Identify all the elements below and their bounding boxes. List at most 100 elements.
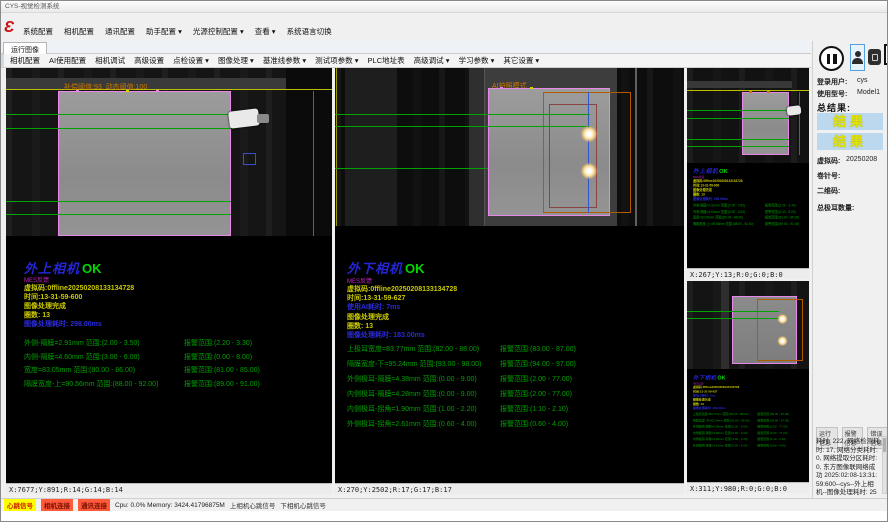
tab-glow-spot: [580, 163, 598, 179]
thumb-image-upper[interactable]: [687, 68, 809, 163]
camera-thumb-lower[interactable]: 外下相机OK MES反馈 虚拟码:0ffline2025020813313472…: [687, 281, 809, 493]
tick-mark: [156, 90, 159, 92]
roi-marker: [243, 153, 256, 165]
camera-view-upper-outer[interactable]: 补偿阈值:93, 动态阈值:100 外上相机OK MES反馈 虚拟码:0ffli…: [6, 68, 332, 494]
measure-line: [687, 118, 789, 119]
tick-mark: [500, 87, 503, 89]
result-badge-lower: 结果: [817, 133, 883, 150]
tool-advanced-settings[interactable]: 高级设置: [134, 55, 164, 66]
tool-camera-config[interactable]: 相机配置: [10, 55, 40, 66]
thumb-image-lower[interactable]: [687, 281, 809, 369]
measurement-row: 内侧极耳-拐角=1.90mm 范围:(1.00 - 2.20) 报警范围:(1.…: [347, 404, 682, 419]
menu-system-config[interactable]: 系统配置: [23, 25, 53, 39]
menu-language-switch[interactable]: 系统语言切换: [287, 25, 332, 39]
machine-slab: [721, 281, 729, 369]
camera-image-lower[interactable]: AI拍照模式: [335, 68, 684, 226]
camera-view-lower-outer[interactable]: AI拍照模式 外下相机OK MES反馈 虚拟码:0ffline202502081…: [335, 68, 684, 494]
measurement-row: 外侧极耳-拐角=2.61mm 范围:(0.60 - 4.00) 报警范围:(0.…: [347, 419, 682, 434]
camera-name: 外上相机: [24, 261, 80, 276]
login-user-label: 登录用户:: [817, 77, 847, 87]
tool-learning-params[interactable]: 学习参数 ▾: [458, 55, 494, 66]
measurement-row: 宽度=83.05mm 范围:(80.00 - 86.00) 报警范围:(81.0…: [24, 365, 324, 379]
pixel-coord-readout-upper: X:7677;Y:891;R:14;G:14;B:14: [6, 483, 332, 494]
device-icon: [872, 54, 878, 61]
tool-plc-address[interactable]: PLC地址表: [368, 55, 405, 66]
tick-mark: [767, 91, 770, 93]
measure-line-vertical: [313, 91, 314, 236]
log-text: 耗时: 222, 网络检测耗时: 17, 网络分类耗时: 0, 网络提取分区耗时…: [816, 438, 880, 506]
menu-assistant-config[interactable]: 助手配置 ▾: [146, 25, 182, 39]
model-label: 使用型号:: [817, 89, 847, 99]
machine-slab: [345, 68, 397, 226]
tool-ai-config[interactable]: AI使用配置: [49, 55, 86, 66]
tool-camera-debug[interactable]: 相机调试: [95, 55, 125, 66]
app-window: CYS-视觉检测系统 Ɛ 系统配置 相机配置 通讯配置 助手配置 ▾ 光源控制配…: [0, 0, 888, 522]
cpu-memory-readout: Cpu: 0.0% Memory: 3424.41796875M: [115, 502, 225, 509]
measure-line: [335, 126, 590, 127]
menu-light-control[interactable]: 光源控制配置 ▾: [193, 25, 244, 39]
tool-baseline-params[interactable]: 基准线参数 ▾: [263, 55, 306, 66]
heartbeat-badge: 心跳信号: [4, 499, 36, 511]
measurement-row: 隔膜宽度-上=90.56mm 范围:(88.00 - 92.00) 报警范围:(…: [24, 379, 324, 393]
login-user-value: cys: [857, 77, 868, 84]
roi-red-rect: [549, 104, 597, 208]
exit-button[interactable]: [884, 44, 888, 65]
measurement-row: 外侧-隔膜=2.91mm 范围:(2.00 - 3.50) 报警范围:(2.20…: [24, 338, 324, 352]
measurement-row: 外侧极耳-隔膜=4.38mm 范围:(0.00 - 9.00) 报警范围:(2.…: [347, 374, 682, 389]
barcode-value: 20250208: [846, 156, 877, 163]
measure-line-vertical: [799, 92, 800, 155]
pixel-coord-readout-thumb-upper: X:267;Y:13;R:0;G:0;B:0: [687, 268, 809, 279]
camera-link-badge: 相机连接: [41, 499, 73, 511]
window-titlebar: CYS-视觉检测系统: [1, 1, 888, 13]
tool-image-processing[interactable]: 图像处理 ▾: [218, 55, 254, 66]
tab-glow-spot: [777, 314, 788, 324]
measurement-row: 上极耳宽度=83.77mm 范围:(82.00 - 88.00) 报警范围:(8…: [347, 344, 682, 359]
camera-image-upper[interactable]: 补偿阈值:93, 动态阈值:100: [6, 68, 332, 236]
measurement-list-upper: 外侧-隔膜=2.91mm 范围:(2.00 - 3.50) 报警范围:(2.20…: [24, 338, 324, 392]
control-sidebar: 登录用户: cys 使用型号: Model1 总结果: 结果 结果 虚拟码: 2…: [812, 41, 888, 498]
tool-other-settings[interactable]: 其它设置 ▾: [503, 55, 539, 66]
tab-run-image[interactable]: 运行图像: [3, 42, 47, 54]
menu-view[interactable]: 查看 ▾: [255, 25, 276, 39]
gripper-tail: [257, 114, 269, 123]
tool-spot-check[interactable]: 点检设置 ▾: [173, 55, 209, 66]
tool-test-params[interactable]: 测试项参数 ▾: [315, 55, 358, 66]
menu-comm-config[interactable]: 通讯配置: [105, 25, 135, 39]
window-title: CYS-视觉检测系统: [5, 3, 60, 10]
model-value: Model1: [857, 89, 880, 96]
login-user-button[interactable]: [850, 44, 865, 71]
tool-advanced-debug[interactable]: 高级调试 ▾: [414, 55, 450, 66]
overlay-yellow-line: [6, 89, 332, 90]
edge-marker-line: [336, 68, 337, 226]
pixel-coord-readout-thumb-lower: X:311;Y:980;R:0;G:0;B:0: [687, 482, 809, 493]
pixel-coord-readout-lower: X:270;Y:2502;R:17;G:17;B:17: [335, 483, 684, 494]
measure-line: [6, 214, 231, 215]
result-ok: OK: [82, 261, 102, 276]
machine-band: [687, 81, 792, 88]
measure-line: [6, 201, 231, 202]
pause-button[interactable]: [819, 46, 844, 71]
roi-blue-line: [588, 92, 589, 213]
machine-edge: [635, 68, 637, 226]
menu-items: 系统配置 相机配置 通讯配置 助手配置 ▾ 光源控制配置 ▾ 查看 ▾ 系统语言…: [23, 25, 332, 39]
measurement-row: 内侧-隔膜=4.60mm 范围:(3.00 - 6.00) 报警范围:(0.00…: [24, 352, 324, 366]
camera-thumb-upper[interactable]: 外上相机OK MES反馈 虚拟码:0ffline2025020813313472…: [687, 68, 809, 279]
app-logo-icon: Ɛ: [4, 19, 20, 37]
needle-label: 卷针号:: [817, 171, 840, 181]
menu-camera-config[interactable]: 相机配置: [64, 25, 94, 39]
image-dark-edge: [286, 68, 332, 236]
qrcode-label: 二维码:: [817, 186, 840, 196]
tab-strip: [1, 41, 811, 54]
measure-line: [335, 114, 590, 115]
result-title-lower: 外下相机OK: [347, 258, 425, 278]
roi-orange-rect: [757, 299, 803, 361]
overlay-yellow-line: [687, 90, 809, 91]
measure-line: [687, 318, 779, 319]
device-button[interactable]: [868, 49, 881, 65]
result-badge-upper: 结果: [817, 113, 883, 130]
thumb-result-text-upper: 外上相机OK MES反馈 虚拟码:0ffline2025020813313472…: [693, 166, 809, 228]
log-scrollbar-thumb[interactable]: [883, 438, 886, 452]
log-scrollbar[interactable]: [882, 436, 887, 494]
measure-line: [687, 146, 789, 147]
measurement-list-lower: 上极耳宽度=83.77mm 范围:(82.00 - 88.00) 报警范围:(8…: [347, 344, 682, 434]
